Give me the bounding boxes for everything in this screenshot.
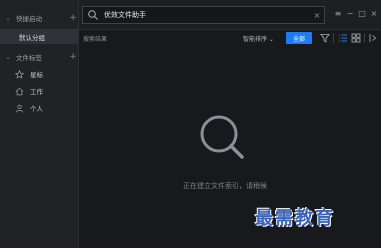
sidebar-item-label: 星标	[30, 71, 43, 79]
results-toolbar: 搜索结果 智能排序 ⌄ 全部	[79, 30, 381, 48]
magnifier-icon	[200, 115, 244, 159]
indexing-status-message: 正在建立文件索引，请稍候	[183, 182, 267, 190]
filter-icon[interactable]	[320, 33, 330, 43]
chevron-down-icon: ⌄	[5, 14, 11, 22]
sidebar-item-label: 个人	[30, 105, 43, 113]
quick-start-label: 快捷启动	[16, 15, 42, 23]
file-tags-label: 文件标签	[16, 54, 42, 62]
menu-button[interactable]: ≡	[333, 9, 343, 18]
sidebar-item-work[interactable]: 工作	[0, 84, 78, 98]
sidebar-item-default-category[interactable]: 默认分组	[0, 29, 78, 44]
sidebar: ⌄ 快捷启动 + 默认分组 ⌄ 文件标签 + 星标 工作 个人	[0, 0, 79, 248]
collapse-panel-icon[interactable]	[368, 33, 378, 43]
results-label: 搜索结果	[83, 36, 108, 43]
quick-start-section-header[interactable]: ⌄ 快捷启动 +	[0, 11, 79, 25]
home-icon	[14, 86, 24, 96]
close-button[interactable]: ×	[369, 9, 379, 18]
chevron-down-icon: ⌄	[5, 53, 11, 61]
clear-search-button[interactable]: ×	[310, 11, 324, 20]
grid-view-icon[interactable]	[351, 33, 361, 43]
search-icon	[88, 10, 98, 20]
person-icon	[14, 103, 24, 113]
search-value[interactable]: 优效文件助手	[104, 10, 310, 20]
toolbar-divider	[333, 33, 334, 43]
top-bar: 优效文件助手 × ≡ − □ ×	[79, 0, 381, 30]
sort-dropdown[interactable]: 智能排序 ⌄	[243, 34, 274, 43]
add-quick-start-button[interactable]: +	[67, 13, 79, 23]
sidebar-item-star[interactable]: 星标	[0, 67, 78, 81]
add-tag-button[interactable]: +	[67, 52, 79, 62]
filter-all-button[interactable]: 全部	[286, 32, 312, 44]
list-view-icon[interactable]	[338, 33, 348, 43]
search-input[interactable]: 优效文件助手 ×	[82, 6, 325, 24]
maximize-button[interactable]: □	[357, 9, 367, 18]
star-icon	[14, 69, 24, 79]
sidebar-item-personal[interactable]: 个人	[0, 101, 78, 115]
file-tags-section-header[interactable]: ⌄ 文件标签 +	[0, 50, 79, 64]
sidebar-item-label: 默认分组	[19, 33, 45, 42]
sidebar-item-label: 工作	[30, 88, 43, 96]
minimize-button[interactable]: −	[345, 9, 355, 18]
watermark-logo: 最需教育	[255, 208, 335, 229]
toolbar-divider	[364, 33, 365, 43]
